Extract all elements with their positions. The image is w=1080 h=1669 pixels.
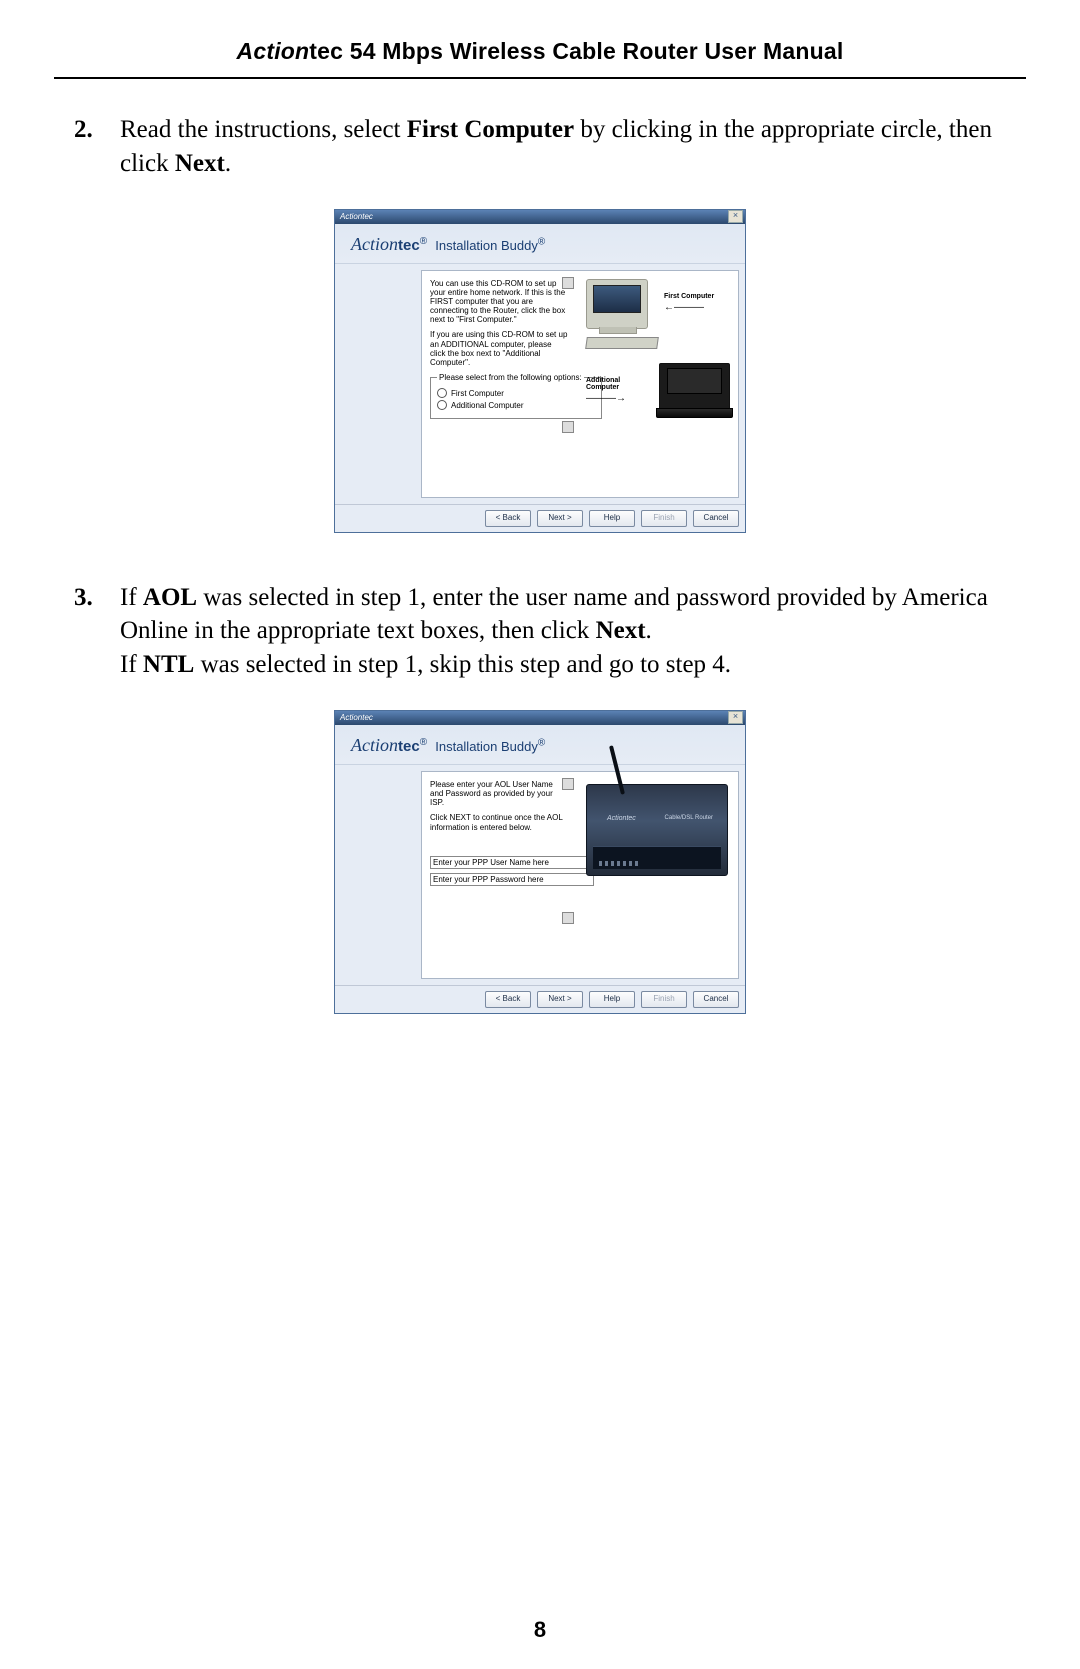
- wizard-titlebar: Actiontec ×: [335, 711, 745, 725]
- brand-italic: Action: [351, 234, 398, 254]
- wizard-button-bar: < Back Next > Help Finish Cancel: [335, 985, 745, 1013]
- scroll-down-icon[interactable]: [562, 421, 574, 433]
- label-first-computer: First Computer: [664, 293, 714, 300]
- back-button[interactable]: < Back: [485, 510, 531, 527]
- radio-first-computer[interactable]: First Computer: [437, 388, 595, 398]
- step-3: 3. If AOL was selected in step 1, enter …: [74, 581, 1006, 682]
- radio-additional-computer[interactable]: Additional Computer: [437, 400, 595, 410]
- arrow-right-icon: ———→: [586, 393, 653, 404]
- brand-italic: Action: [351, 735, 398, 755]
- scroll-up-icon[interactable]: [562, 277, 574, 289]
- header-brand-rest: tec 54 Mbps Wireless Cable Router User M…: [309, 38, 843, 64]
- wizard-titlebar: Actiontec ×: [335, 210, 745, 224]
- wizard-illustration: Actiontec Cable/DSL Router: [586, 774, 730, 876]
- cancel-button[interactable]: Cancel: [693, 510, 739, 527]
- ppp-password-input[interactable]: [430, 873, 594, 886]
- keyboard-icon: [585, 337, 659, 349]
- header-rule: [54, 77, 1026, 79]
- wizard-button-bar: < Back Next > Help Finish Cancel: [335, 504, 745, 532]
- wizard-content-panel: You can use this CD-ROM to set up your e…: [421, 270, 739, 498]
- wizard-header: Actiontec® Installation Buddy®: [335, 725, 745, 765]
- next-button[interactable]: Next >: [537, 991, 583, 1008]
- wizard-content-panel: Please enter your AOL User Name and Pass…: [421, 771, 739, 979]
- finish-button: Finish: [641, 510, 687, 527]
- router-icon: Actiontec Cable/DSL Router: [586, 784, 728, 876]
- ppp-username-input[interactable]: [430, 856, 594, 869]
- header-brand-italic: Action: [237, 38, 310, 64]
- scroll-down-icon[interactable]: [562, 912, 574, 924]
- wizard-instructions: Please enter your AOL User Name and Pass…: [430, 780, 568, 832]
- desktop-computer-icon: [586, 279, 648, 329]
- options-legend: Please select from the following options…: [437, 373, 584, 382]
- wizard-step2-window: Actiontec × Actiontec® Installation Budd…: [334, 209, 746, 533]
- running-header: Actiontec 54 Mbps Wireless Cable Router …: [54, 38, 1026, 77]
- product-name: Installation Buddy®: [435, 238, 545, 253]
- cancel-button[interactable]: Cancel: [693, 991, 739, 1008]
- laptop-icon: [659, 363, 730, 411]
- step-2: 2. Read the instructions, select First C…: [74, 113, 1006, 181]
- page-number: 8: [0, 1617, 1080, 1643]
- scroll-up-icon[interactable]: [562, 778, 574, 790]
- help-button[interactable]: Help: [589, 510, 635, 527]
- wizard-header: Actiontec® Installation Buddy®: [335, 224, 745, 264]
- wizard-instructions: You can use this CD-ROM to set up your e…: [430, 279, 568, 368]
- label-additional-computer: Additional Computer: [586, 377, 653, 391]
- options-fieldset: Please select from the following options…: [430, 373, 602, 419]
- wizard-step3-window: Actiontec × Actiontec® Installation Budd…: [334, 710, 746, 1014]
- step-3-number: 3.: [74, 581, 120, 682]
- finish-button: Finish: [641, 991, 687, 1008]
- radio-icon: [437, 400, 447, 410]
- product-name: Installation Buddy®: [435, 739, 545, 754]
- step-2-number: 2.: [74, 113, 120, 181]
- titlebar-logo: Actiontec: [337, 713, 373, 722]
- back-button[interactable]: < Back: [485, 991, 531, 1008]
- close-icon[interactable]: ×: [728, 210, 743, 223]
- help-button[interactable]: Help: [589, 991, 635, 1008]
- radio-icon: [437, 388, 447, 398]
- wizard-illustration: First Computer ←——— Additional Computer …: [586, 279, 730, 411]
- step-2-body: Read the instructions, select First Comp…: [120, 113, 1006, 181]
- close-icon[interactable]: ×: [728, 711, 743, 724]
- step-3-body: If AOL was selected in step 1, enter the…: [120, 581, 1006, 682]
- titlebar-logo: Actiontec: [337, 212, 373, 221]
- next-button[interactable]: Next >: [537, 510, 583, 527]
- arrow-left-icon: ←———: [664, 302, 714, 313]
